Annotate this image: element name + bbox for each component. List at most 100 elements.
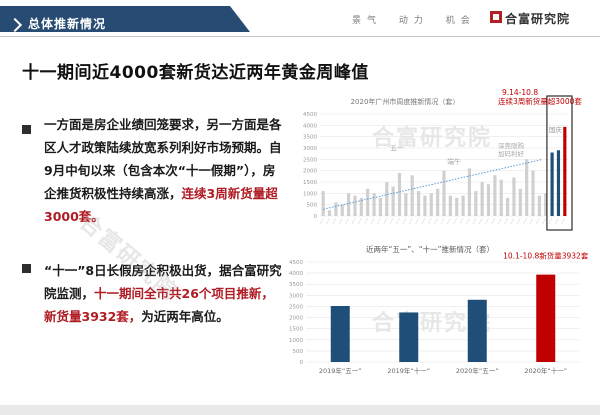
x-tick-mark [466, 217, 470, 225]
x-tick-mark [364, 217, 368, 225]
holiday-new-supply-chart: 近两年“五一”、“十一”推新情况（套） 0 500 1000 1500 2000 2500 3… [289, 244, 589, 375]
weekly-bar [455, 197, 459, 216]
callout-text: 10.1-10.8新货量3932套 [503, 251, 589, 261]
weekly-new-supply-chart: 2020年广州市周度推新情况（套） 0 500 1000 1500 2000 2500 300… [303, 88, 582, 231]
x-tick-mark [491, 217, 496, 225]
brand-name: 合富研究院 [505, 12, 571, 26]
annotation-label: 国庆 [549, 125, 563, 134]
weekly-bar [366, 188, 370, 216]
x-tick-mark [561, 217, 566, 225]
page-headline: 十一期间近4000套新货达近两年黄金周峰值 [22, 63, 369, 83]
x-tick-mark [434, 217, 438, 225]
y-tick-label: 3500 [303, 135, 317, 141]
y-tick-label: 1000 [303, 191, 317, 197]
brand-logo-icon [490, 11, 502, 23]
x-tick-mark [555, 217, 559, 225]
x-category-label: 2019年“五一” [319, 366, 362, 375]
y-tick-label: 3000 [303, 146, 317, 152]
x-tick-mark [351, 217, 356, 225]
weekly-bar [385, 182, 389, 216]
weekly-bar [556, 150, 561, 216]
x-tick-mark [396, 217, 400, 225]
x-tick-mark [345, 217, 349, 225]
weekly-bar [474, 191, 478, 216]
x-category-label: 2020年“十一” [524, 366, 567, 375]
y-tick-label: 4500 [289, 260, 303, 266]
weekly-bar [372, 193, 376, 216]
header-bar: 总体推新情况 景气 动力 机会 合富研究院 [0, 0, 600, 40]
weekly-bar [340, 204, 344, 216]
weekly-bar [550, 152, 554, 216]
weekly-bar [537, 195, 541, 216]
weekly-bar [436, 188, 440, 216]
x-tick-mark [485, 217, 489, 225]
y-tick-label: 2000 [289, 316, 303, 322]
weekly-bar [378, 197, 382, 216]
weekly-bar [486, 184, 491, 216]
x-tick-mark [440, 217, 445, 225]
annotation-label: 端午 [447, 157, 461, 166]
weekly-bar [404, 193, 408, 216]
weekly-bar [416, 191, 421, 216]
x-tick-mark [536, 217, 540, 225]
section-title-banner: 总体推新情况 [0, 6, 250, 32]
x-tick-mark [408, 217, 413, 225]
bullet-square-icon [22, 264, 31, 273]
y-tick-label: 0 [314, 214, 318, 220]
y-tick-label: 1500 [289, 327, 303, 333]
weekly-bar [327, 210, 332, 216]
weekly-bar [321, 191, 325, 216]
weekly-bar [391, 186, 395, 216]
x-category-label: 2020年“五一” [456, 366, 499, 375]
weekly-bar [429, 193, 433, 216]
y-tick-label: 3000 [289, 293, 303, 299]
weekly-bar [512, 177, 516, 216]
x-tick-mark [421, 217, 426, 225]
x-tick-mark [326, 217, 330, 225]
section-title: 总体推新情况 [28, 17, 107, 31]
x-tick-mark [339, 217, 343, 225]
x-tick-mark [542, 217, 546, 225]
y-tick-label: 2500 [303, 157, 317, 163]
header-tags: 景气 动力 机会 [352, 13, 484, 26]
callout-text: 连续3周新货量超3000套 [498, 96, 582, 106]
weekly-bar [480, 182, 484, 216]
x-tick-mark [332, 217, 337, 225]
weekly-bar [563, 126, 567, 216]
y-tick-label: 1000 [289, 338, 303, 344]
bullet-square-icon [22, 125, 31, 134]
callout-date-range: 9.14-10.8 [502, 88, 538, 97]
y-tick-label: 2000 [303, 169, 317, 175]
weekly-bar [493, 175, 497, 216]
annotation-label: 加码利好 [498, 149, 525, 158]
x-tick-mark [523, 217, 527, 225]
weekly-bar [353, 195, 357, 216]
y-tick-label: 1500 [303, 180, 317, 186]
y-tick-label: 0 [300, 360, 304, 366]
weekly-bar [461, 195, 465, 216]
x-tick-mark [389, 217, 394, 225]
x-tick-mark [548, 217, 553, 225]
x-tick-mark [402, 217, 407, 225]
paragraph-2-text-end: 为近两年高位。 [141, 309, 229, 324]
header-tag-1: 景气 [352, 16, 383, 26]
chevron-right-icon [10, 18, 20, 32]
weekly-bar [448, 195, 452, 216]
y-tick-label: 4500 [303, 112, 317, 118]
x-category-label: 2019年“十一” [387, 366, 430, 375]
holiday-bar [536, 274, 556, 362]
holiday-bar [330, 306, 350, 362]
y-tick-label: 500 [293, 349, 304, 355]
x-tick-mark [383, 217, 387, 225]
weekly-bar [531, 170, 535, 216]
weekly-bar [506, 197, 510, 216]
header-divider [0, 36, 600, 37]
y-tick-label: 2500 [289, 304, 303, 310]
x-tick-mark [529, 217, 534, 225]
x-tick-mark [428, 217, 432, 225]
weekly-bar [347, 193, 351, 216]
y-tick-label: 4000 [289, 271, 303, 277]
y-tick-label: 4000 [303, 123, 317, 129]
header-tag-2: 动力 [398, 16, 429, 26]
weekly-bar [397, 172, 402, 216]
